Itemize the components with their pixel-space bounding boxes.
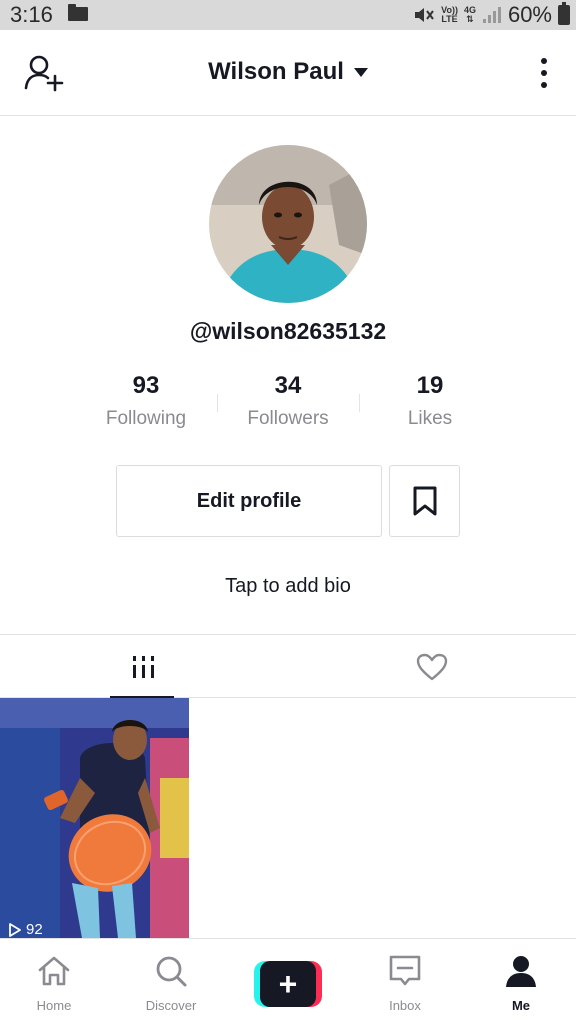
add-bio-prompt[interactable]: Tap to add bio [0,575,576,598]
stat-label: Following [105,408,187,429]
inbox-icon [389,955,421,986]
video-thumbnail-image [0,698,189,938]
video-thumbnail[interactable]: 92 [0,698,189,938]
profile-header: Wilson Paul [0,30,576,116]
data-arrows-icon: ⇅ [466,14,474,24]
account-switcher[interactable]: Wilson Paul [0,58,576,86]
page-title: Wilson Paul [208,58,344,85]
signal-icon [482,7,501,23]
profile-stats: 93 Following 34 Followers 19 Likes [75,372,501,436]
grid-icon [133,656,154,678]
network-indicator: 4G ⇅ [464,6,476,24]
lte-label: LTE [441,14,458,24]
nav-home[interactable]: Home [0,939,112,1024]
create-button[interactable]: + [254,961,322,1007]
bottom-nav: Home Discover + Inbox Me [0,938,576,1024]
nav-me[interactable]: Me [463,939,576,1024]
play-icon [9,922,21,937]
battery-icon [558,2,570,25]
username-handle: @wilson82635132 [189,318,387,344]
heart-icon [416,653,448,681]
stat-followers[interactable]: 34 Followers [217,372,359,430]
folder-icon [68,4,88,21]
stat-value: 19 [416,372,444,399]
tab-videos[interactable] [0,635,288,699]
more-options-icon[interactable] [538,58,550,92]
battery-percent: 60% [507,2,552,27]
nav-label: Discover [145,998,197,1013]
tab-liked[interactable] [288,635,576,699]
status-bar: 3:16 Vo)) LTE 4G ⇅ 60% [0,0,576,30]
nav-label: Inbox [389,998,421,1013]
status-icons: Vo)) LTE 4G ⇅ 60% [413,0,570,30]
volte-indicator: Vo)) LTE [441,6,458,24]
home-icon [38,956,70,986]
content-tabs [0,634,576,699]
mute-icon [415,8,434,22]
stat-value: 34 [274,372,302,399]
avatar[interactable] [209,145,367,303]
stat-likes[interactable]: 19 Likes [359,372,501,430]
person-icon [506,956,536,987]
view-count-value: 92 [26,921,43,938]
avatar-image [209,145,367,303]
stat-label: Followers [247,408,329,429]
edit-profile-button[interactable]: Edit profile [116,465,382,537]
view-count: 92 [8,921,43,938]
search-icon [156,956,187,987]
bookmark-icon [413,486,436,516]
nav-inbox[interactable]: Inbox [347,939,463,1024]
stat-value: 93 [132,372,160,399]
nav-label: Home [36,998,72,1013]
plus-icon: + [260,961,316,1007]
stat-following[interactable]: 93 Following [75,372,217,430]
stat-label: Likes [407,408,453,429]
status-time: 3:16 [10,2,53,27]
nav-discover[interactable]: Discover [113,939,229,1024]
caret-down-icon [353,68,368,78]
nav-label: Me [511,998,531,1013]
favorites-button[interactable] [389,465,460,537]
